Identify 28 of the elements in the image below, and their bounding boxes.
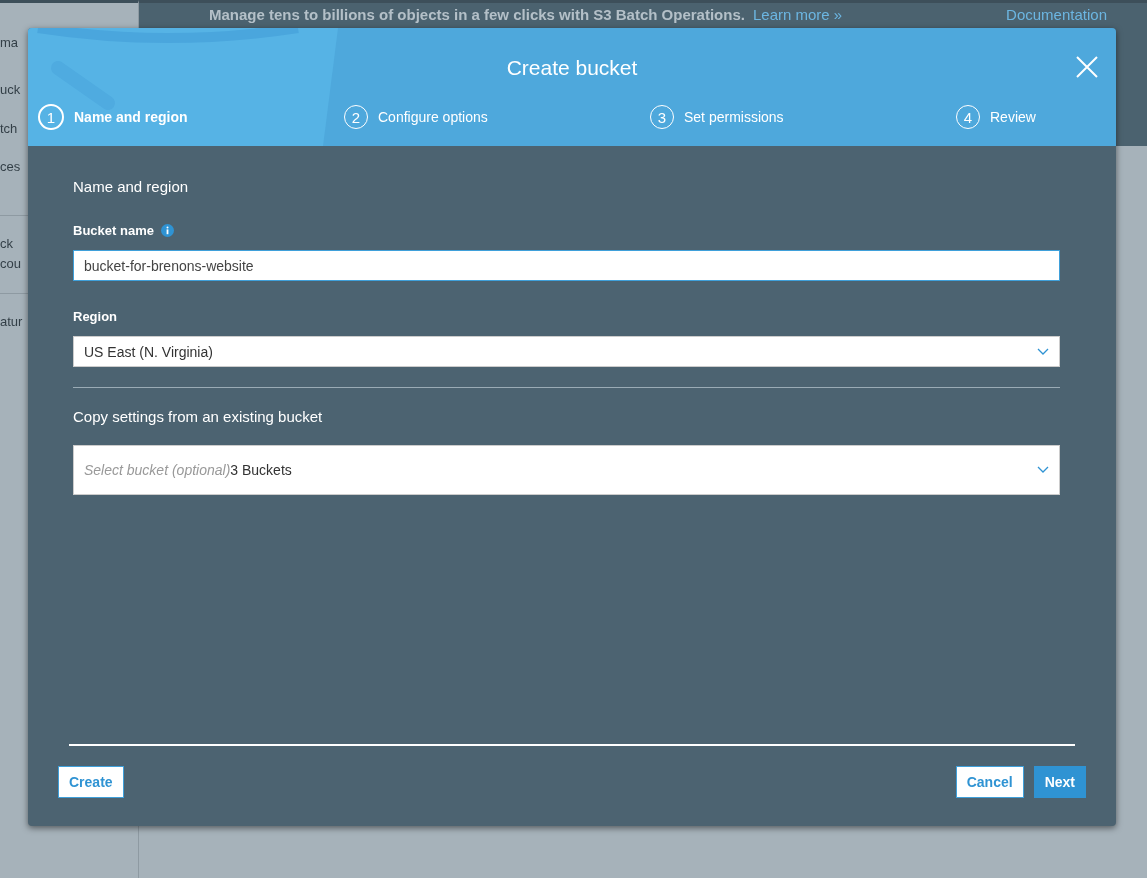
sidebar-item[interactable]: ces: [0, 157, 21, 177]
close-icon[interactable]: [1076, 56, 1098, 78]
bucket-select-dropdown[interactable]: Select bucket (optional)3 Buckets: [73, 445, 1060, 495]
cancel-button[interactable]: Cancel: [955, 766, 1024, 798]
section-title: Name and region: [73, 178, 190, 195]
sidebar-item[interactable]: cou: [0, 254, 21, 274]
sidebar-item[interactable]: ma: [0, 33, 19, 53]
next-button[interactable]: Next: [1033, 766, 1086, 798]
documentation-link[interactable]: Documentation: [1006, 6, 1107, 23]
dialog-title: Create bucket: [506, 56, 638, 80]
info-icon[interactable]: [160, 224, 174, 237]
field-label: Region: [73, 309, 118, 324]
create-button[interactable]: Create: [58, 766, 124, 798]
chevron-down-icon: [1037, 347, 1049, 356]
wizard-step-tab[interactable]: 2 Configure options: [344, 102, 650, 132]
chevron-down-icon: [1037, 466, 1049, 474]
field-label: Bucket name: [73, 223, 154, 238]
region-dropdown[interactable]: US East (N. Virginia): [73, 336, 1060, 367]
sidebar-item[interactable]: atur: [0, 312, 23, 332]
sidebar-item[interactable]: ck: [0, 234, 13, 254]
bucket-name-field[interactable]: bucket-for-brenons-website: [73, 250, 1060, 281]
sidebar-item[interactable]: tch: [0, 119, 18, 139]
sidebar-item[interactable]: uck: [0, 80, 21, 100]
wizard-step-tab[interactable]: 4 Review: [956, 102, 1116, 132]
banner-text: Manage tens to billions of objects in a few clicks with S3 Batch Operations.: [209, 6, 745, 23]
section-title: Copy settings from an existing bucket: [73, 408, 324, 425]
wizard-step-tab[interactable]: 3 Set permissions: [650, 102, 956, 132]
learn-more-link[interactable]: Learn more »: [752, 6, 843, 23]
